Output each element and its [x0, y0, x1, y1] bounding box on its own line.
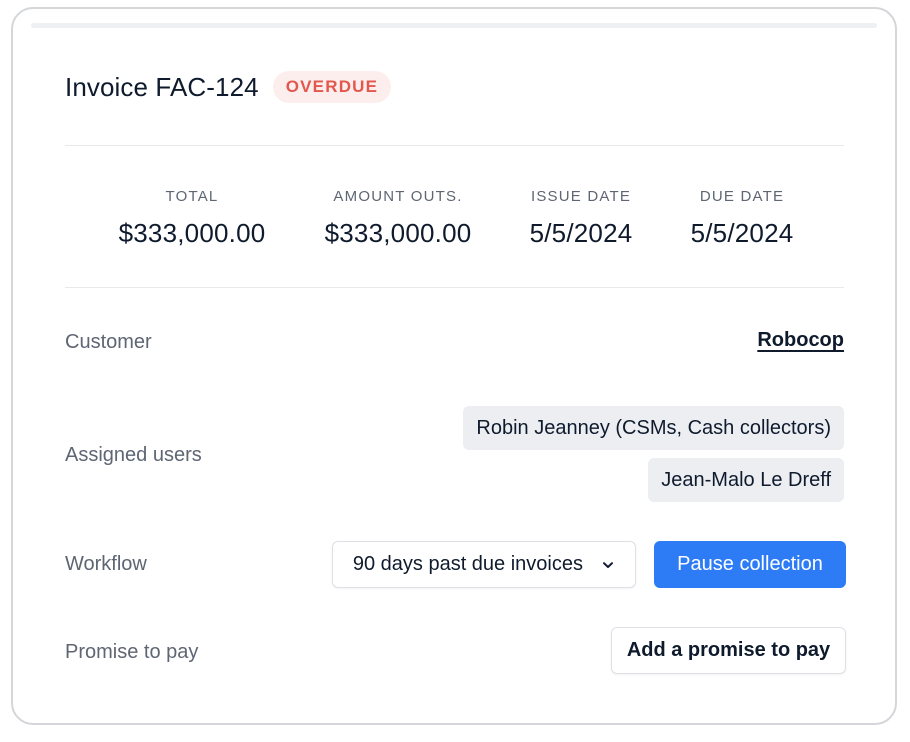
add-promise-to-pay-button[interactable]: Add a promise to pay — [611, 627, 846, 674]
issue-date-value: 5/5/2024 — [529, 218, 633, 248]
invoice-summary-stats: TOTAL $333,000.00 AMOUNT OUTS. $333,000.… — [65, 187, 844, 251]
customer-label: Customer — [65, 331, 152, 353]
header-divider — [65, 145, 844, 146]
amount-outstanding-value: $333,000.00 — [324, 218, 472, 248]
invoice-header: Invoice FAC-124 OVERDUE — [65, 71, 392, 103]
workflow-label: Workflow — [65, 553, 147, 575]
invoice-card: Invoice FAC-124 OVERDUE TOTAL $333,000.0… — [11, 7, 897, 725]
workflow-select-value: 90 days past due invoices — [352, 553, 583, 575]
issue-date-stat: ISSUE DATE 5/5/2024 — [530, 187, 633, 249]
total-label: TOTAL — [165, 188, 219, 205]
issue-date-label: ISSUE DATE — [530, 188, 632, 205]
total-value: $333,000.00 — [118, 218, 266, 248]
invoice-title: Invoice FAC-124 — [65, 71, 259, 102]
assigned-user-chip-robin: Robin Jeanney (CSMs, Cash collectors) — [463, 406, 844, 450]
pause-collection-button[interactable]: Pause collection — [654, 541, 846, 588]
due-date-value: 5/5/2024 — [690, 218, 794, 248]
assigned-users-label: Assigned users — [65, 444, 202, 466]
overdue-status-badge: OVERDUE — [272, 71, 392, 103]
due-date-label: DUE DATE — [699, 188, 785, 205]
total-stat: TOTAL $333,000.00 — [119, 187, 266, 249]
amount-outstanding-stat: AMOUNT OUTS. $333,000.00 — [325, 187, 472, 249]
card-top-strip — [31, 23, 877, 28]
workflow-select[interactable]: 90 days past due invoices — [331, 541, 636, 588]
customer-link[interactable]: Robocop — [757, 329, 844, 352]
amount-outstanding-label: AMOUNT OUTS. — [333, 188, 463, 205]
stats-divider — [65, 287, 844, 288]
chevron-down-icon — [601, 558, 615, 572]
promise-to-pay-label: Promise to pay — [65, 641, 199, 663]
assigned-user-chip-jean-malo: Jean-Malo Le Dreff — [648, 458, 844, 502]
due-date-stat: DUE DATE 5/5/2024 — [691, 187, 794, 249]
